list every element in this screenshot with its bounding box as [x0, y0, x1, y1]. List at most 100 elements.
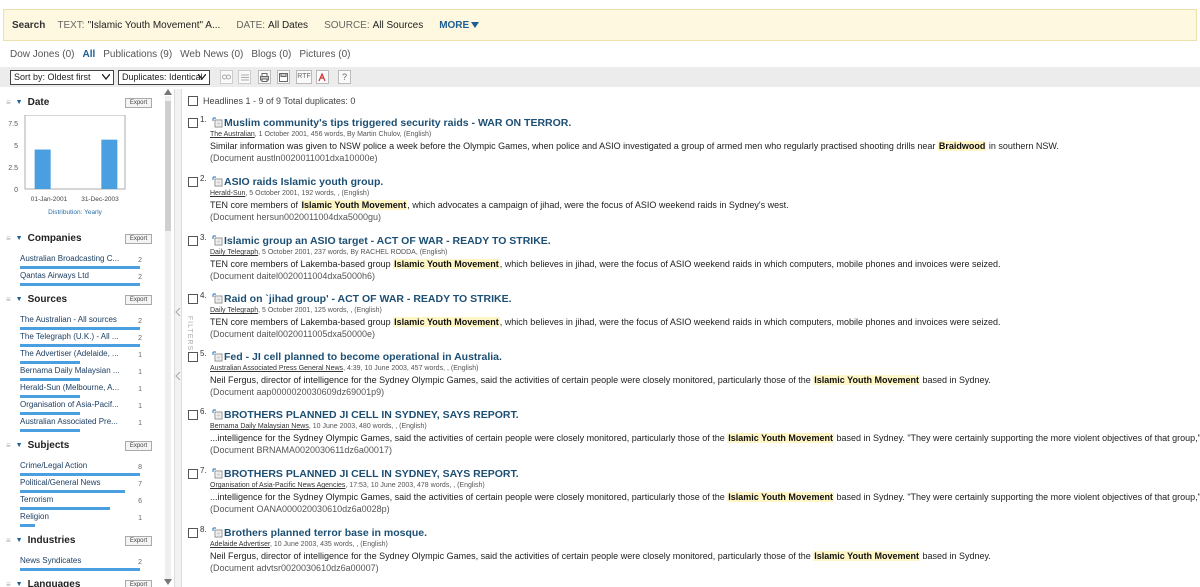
tab-dow-jones[interactable]: Dow Jones (0)	[10, 49, 74, 63]
list-icon[interactable]	[238, 70, 251, 84]
article-source-link[interactable]: Adelaide Advertiser	[210, 541, 270, 548]
list-item[interactable]: Herald-Sun (Melbourne, A... 1	[20, 383, 142, 400]
drag-handle-icon[interactable]: ≡	[6, 536, 11, 545]
list-item[interactable]: Australian Broadcasting C... 2	[20, 254, 142, 271]
export-button[interactable]: Export	[125, 295, 152, 305]
sort-select[interactable]: Sort by: Oldest first	[10, 70, 114, 85]
article-title-link[interactable]: Brothers planned terror base in mosque.	[224, 527, 427, 539]
pdf-icon[interactable]	[316, 70, 329, 84]
collapse-left-icon[interactable]	[175, 372, 181, 380]
export-button[interactable]: Export	[125, 580, 152, 587]
chart-bar-2003[interactable]	[101, 139, 118, 189]
article-title-link[interactable]: Raid on `jihad group' - ACT OF WAR - REA…	[224, 293, 512, 305]
list-item[interactable]: News Syndicates 2	[20, 556, 142, 573]
tab-web-news[interactable]: Web News (0)	[180, 49, 243, 63]
article-title-link[interactable]: ASIO raids Islamic youth group.	[224, 176, 383, 188]
export-label: Export	[129, 236, 148, 242]
count-bar	[20, 429, 80, 432]
list-item[interactable]: Crime/Legal Action 8	[20, 461, 142, 478]
count-bar	[20, 473, 140, 476]
list-item[interactable]: Religion 1	[20, 512, 142, 529]
article-checkbox[interactable]	[188, 410, 198, 420]
article-source-link[interactable]: Herald-Sun	[210, 190, 245, 197]
article-checkbox[interactable]	[188, 528, 198, 538]
list-item[interactable]: Terrorism 6	[20, 495, 142, 512]
help-button[interactable]: ?	[338, 70, 351, 84]
scroll-up-icon[interactable]	[164, 89, 172, 95]
article-title-link[interactable]: Islamic group an ASIO target - ACT OF WA…	[224, 235, 551, 247]
article-source-link[interactable]: Bernama Daily Malaysian News	[210, 423, 309, 430]
languages-section-title: Languages	[27, 579, 81, 587]
article-checkbox[interactable]	[188, 352, 198, 362]
article-checkbox[interactable]	[188, 469, 198, 479]
list-item[interactable]: The Telegraph (U.K.) - All ... 2	[20, 332, 142, 349]
article-title-link[interactable]: Muslim community's tips triggered securi…	[224, 117, 571, 129]
triangle-down-icon[interactable]: ▼	[16, 442, 23, 449]
article-meta: Daily Telegraph, 5 October 2001, 125 wor…	[210, 307, 382, 314]
tab-pictures[interactable]: Pictures (0)	[299, 49, 350, 63]
companies-section-header[interactable]: ≡ ▼ Companies	[6, 232, 82, 245]
triangle-down-icon[interactable]: ▼	[16, 99, 23, 106]
date-distribution-chart: 7.5 5 2.5 0 01-Jan-2001 31-Dec-2003 Dist…	[8, 115, 126, 216]
subjects-section-header[interactable]: ≡ ▼ Subjects	[6, 439, 69, 452]
drag-handle-icon[interactable]: ≡	[6, 580, 11, 587]
more-button[interactable]: MORE	[439, 20, 480, 31]
search-label[interactable]: Search	[12, 20, 45, 31]
article-checkbox[interactable]	[188, 294, 198, 304]
date-section-header[interactable]: ≡ ▼ Date	[6, 96, 49, 109]
drag-handle-icon[interactable]: ≡	[6, 295, 11, 304]
drag-handle-icon[interactable]: ≡	[6, 441, 11, 450]
list-item[interactable]: Australian Associated Pre... 1	[20, 417, 142, 434]
list-item[interactable]: Political/General News 7	[20, 478, 142, 495]
link-icon[interactable]	[220, 70, 233, 84]
drag-handle-icon[interactable]: ≡	[6, 234, 11, 243]
collapse-left-icon[interactable]	[175, 308, 181, 316]
article-meta-text: , 1 October 2001, 456 words, By Martin C…	[254, 131, 432, 138]
list-item[interactable]: Bernama Daily Malaysian ... 1	[20, 366, 142, 383]
source-label: Bernama Daily Malaysian ...	[20, 366, 120, 375]
article-source-link[interactable]: Australian Associated Press General News	[210, 365, 343, 372]
triangle-down-icon[interactable]: ▼	[16, 296, 23, 303]
print-icon[interactable]	[258, 70, 271, 84]
article-title-link[interactable]: BROTHERS PLANNED JI CELL IN SYDNEY, SAYS…	[224, 468, 519, 480]
list-item[interactable]: The Advertiser (Adelaide, ... 1	[20, 349, 142, 366]
article-source-link[interactable]: Organisation of Asia-Pacific News Agenci…	[210, 482, 345, 489]
export-button[interactable]: Export	[125, 536, 152, 546]
tab-all[interactable]: All	[82, 49, 95, 63]
chart-bar-2001[interactable]	[34, 149, 51, 189]
panel-splitter[interactable]	[174, 89, 182, 587]
duplicates-select[interactable]: Duplicates: Identical	[118, 70, 210, 85]
article-checkbox[interactable]	[188, 177, 198, 187]
list-item[interactable]: Organisation of Asia-Pacif... 1	[20, 400, 142, 417]
triangle-down-icon[interactable]: ▼	[16, 235, 23, 242]
tab-publications[interactable]: Publications (9)	[103, 49, 172, 63]
export-label: Export	[129, 100, 148, 106]
tab-blogs[interactable]: Blogs (0)	[251, 49, 291, 63]
article-title-link[interactable]: BROTHERS PLANNED JI CELL IN SYDNEY, SAYS…	[224, 409, 519, 421]
rtf-button[interactable]: RTF	[296, 70, 312, 84]
industries-section-header[interactable]: ≡ ▼ Industries	[6, 534, 75, 547]
article-source-link[interactable]: The Australian	[210, 131, 255, 138]
list-item[interactable]: The Australian - All sources 2	[20, 315, 142, 332]
languages-section-header[interactable]: ≡ ▼ Languages	[6, 578, 80, 587]
article-checkbox[interactable]	[188, 236, 198, 246]
export-label: Export	[129, 443, 148, 449]
save-icon[interactable]	[277, 70, 290, 84]
export-button[interactable]: Export	[125, 234, 152, 244]
article-checkbox[interactable]	[188, 118, 198, 128]
article-source-link[interactable]: Daily Telegraph	[210, 249, 258, 256]
select-all-checkbox[interactable]	[188, 96, 198, 106]
triangle-down-icon[interactable]: ▼	[16, 581, 23, 587]
article-title-link[interactable]: Fed - JI cell planned to become operatio…	[224, 351, 502, 363]
scroll-thumb[interactable]	[165, 101, 171, 231]
left-panel-scrollbar[interactable]	[162, 89, 174, 587]
list-item[interactable]: Qantas Airways Ltd 2	[20, 271, 142, 288]
sources-section-header[interactable]: ≡ ▼ Sources	[6, 293, 67, 306]
triangle-down-icon[interactable]: ▼	[16, 537, 23, 544]
article-source-link[interactable]: Daily Telegraph	[210, 307, 258, 314]
scroll-down-icon[interactable]	[164, 579, 172, 585]
drag-handle-icon[interactable]: ≡	[6, 98, 11, 107]
export-button[interactable]: Export	[125, 441, 152, 451]
export-button[interactable]: Export	[125, 98, 152, 108]
snippet-highlight: Islamic Youth Movement	[813, 375, 920, 385]
